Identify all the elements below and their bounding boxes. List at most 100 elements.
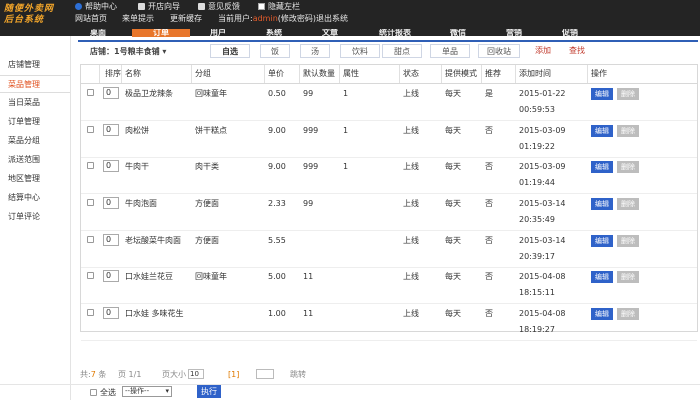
dish-default-qty: 999 — [303, 162, 319, 171]
edit-button[interactable]: 编辑 — [591, 161, 613, 173]
row-checkbox[interactable] — [87, 162, 94, 169]
filter-rice-button[interactable]: 饭 — [260, 44, 290, 58]
column-divider — [121, 65, 122, 83]
guide-link[interactable]: 开店向导 — [138, 2, 180, 12]
top-bar: 随便外卖网 后台系统 帮助中心 开店向导 意见反馈 隐藏左栏 网站首页 来单提示… — [0, 0, 700, 37]
tab-marketing[interactable]: 营销 — [494, 29, 534, 37]
tab-orders[interactable]: 订单 — [132, 29, 190, 37]
sidebar-item-delivery-range[interactable]: 派送范围 — [0, 151, 70, 169]
edit-button[interactable]: 编辑 — [591, 88, 613, 100]
tab-desktop[interactable]: 桌面 — [80, 29, 116, 37]
dish-price: 0.50 — [268, 89, 286, 98]
edit-button[interactable]: 编辑 — [591, 308, 613, 320]
filter-single-button[interactable]: 单品 — [430, 44, 470, 58]
dish-status: 上线 — [403, 199, 419, 208]
table-row: 0 极品卫龙辣条 回味童年 0.50 99 1 上线 每天 是 2015-01-22 00:59:5… — [81, 83, 697, 121]
jump-page-input[interactable] — [256, 369, 274, 379]
header-group: 分组 — [195, 69, 211, 78]
tab-users[interactable]: 用户 — [198, 29, 238, 37]
store-selector[interactable]: 店铺：1号粮丰食铺 ▾ — [90, 46, 166, 57]
sidebar-item-orders[interactable]: 订单管理 — [0, 113, 70, 131]
sort-input[interactable]: 0 — [103, 87, 119, 99]
pager-current-page[interactable]: [1] — [228, 370, 239, 380]
row-checkbox[interactable] — [87, 236, 94, 243]
filter-desserts-button[interactable]: 甜点 — [382, 44, 422, 58]
sidebar-item-dishes[interactable]: 菜品管理 — [0, 75, 70, 93]
row-checkbox[interactable] — [87, 199, 94, 206]
header-price: 单价 — [268, 69, 284, 78]
change-password-link[interactable]: (修改密码) — [278, 14, 316, 23]
edit-button[interactable]: 编辑 — [591, 198, 613, 210]
delete-button[interactable]: 删除 — [617, 88, 639, 100]
delete-button[interactable]: 删除 — [617, 271, 639, 283]
page-size-input[interactable]: 10 — [188, 369, 204, 379]
logout-link[interactable]: 退出系统 — [316, 14, 348, 24]
select-all-checkbox[interactable] — [90, 389, 97, 396]
pager-jump-button[interactable]: 跳转 — [290, 370, 306, 380]
edit-button[interactable]: 编辑 — [591, 271, 613, 283]
hide-sidebar-toggle[interactable]: 隐藏左栏 — [258, 2, 300, 12]
delete-button[interactable]: 删除 — [617, 198, 639, 210]
sidebar-item-dish-groups[interactable]: 菜品分组 — [0, 132, 70, 150]
tab-wechat[interactable]: 微信 — [438, 29, 478, 37]
preview-link[interactable]: 来单提示 — [122, 14, 154, 24]
sidebar-item-stores[interactable]: 店铺管理 — [0, 56, 70, 74]
sidebar-item-regions[interactable]: 地区管理 — [0, 170, 70, 188]
dish-default-qty: 99 — [303, 89, 314, 98]
feedback-link[interactable]: 意见反馈 — [198, 2, 240, 12]
delete-button[interactable]: 删除 — [617, 308, 639, 320]
dish-time: 01:19:44 — [519, 178, 555, 187]
filter-custom-button[interactable]: 自选 — [210, 44, 250, 58]
sort-input[interactable]: 0 — [103, 197, 119, 209]
row-checkbox[interactable] — [87, 126, 94, 133]
edit-button[interactable]: 编辑 — [591, 125, 613, 137]
help-link[interactable]: 帮助中心 — [75, 2, 117, 12]
sidebar-item-settlement[interactable]: 结算中心 — [0, 189, 70, 207]
tab-promotion[interactable]: 促销 — [550, 29, 590, 37]
guide-icon — [138, 3, 145, 10]
column-divider — [441, 65, 442, 83]
header-sort: 排序 — [105, 69, 121, 78]
dish-status: 上线 — [403, 236, 419, 245]
delete-button[interactable]: 删除 — [617, 161, 639, 173]
header-actions: 操作 — [591, 69, 607, 78]
bulk-action-select[interactable]: --操作-- ▾ — [122, 386, 172, 397]
filter-drinks-button[interactable]: 饮料 — [340, 44, 380, 58]
dish-mode: 每天 — [445, 309, 461, 318]
sidebar-item-today-dishes[interactable]: 当日菜品 — [0, 94, 70, 112]
recycle-bin-button[interactable]: 回收站 — [478, 44, 520, 58]
user-name: admin — [252, 14, 278, 23]
cache-link[interactable]: 更新缓存 — [170, 14, 202, 24]
tab-articles[interactable]: 文章 — [310, 29, 350, 37]
dish-recommend: 否 — [485, 272, 493, 281]
dish-time: 18:15:11 — [519, 288, 555, 297]
tab-reports[interactable]: 统计报表 — [366, 29, 424, 37]
dish-recommend: 否 — [485, 162, 493, 171]
sort-input[interactable]: 0 — [103, 160, 119, 172]
header-mode: 提供模式 — [445, 69, 477, 78]
edit-button[interactable]: 编辑 — [591, 235, 613, 247]
row-checkbox[interactable] — [87, 89, 94, 96]
dish-recommend: 否 — [485, 309, 493, 318]
dish-default-qty: 11 — [303, 272, 314, 281]
delete-button[interactable]: 删除 — [617, 125, 639, 137]
add-button[interactable]: 添加 — [528, 44, 558, 58]
row-checkbox[interactable] — [87, 272, 94, 279]
home-link[interactable]: 网站首页 — [75, 14, 107, 24]
dish-date: 2015-01-22 — [519, 89, 566, 98]
execute-button[interactable]: 执行 — [197, 385, 221, 398]
delete-button[interactable]: 删除 — [617, 235, 639, 247]
sort-input[interactable]: 0 — [103, 234, 119, 246]
sidebar-item-reviews[interactable]: 订单评论 — [0, 208, 70, 226]
search-button[interactable]: 查找 — [562, 44, 592, 58]
sort-input[interactable]: 0 — [103, 307, 119, 319]
sort-input[interactable]: 0 — [103, 270, 119, 282]
dish-attr: 1 — [343, 89, 349, 98]
sort-input[interactable]: 0 — [103, 124, 119, 136]
dish-date: 2015-04-08 — [519, 272, 566, 281]
dish-mode: 每天 — [445, 162, 461, 171]
table-row: 0 口水娃 多味花生 1.00 11 上线 每天 否 2015-04-08 18:19:27 编辑… — [81, 303, 697, 341]
row-checkbox[interactable] — [87, 309, 94, 316]
tab-system[interactable]: 系统 — [254, 29, 294, 37]
filter-soup-button[interactable]: 汤 — [300, 44, 330, 58]
